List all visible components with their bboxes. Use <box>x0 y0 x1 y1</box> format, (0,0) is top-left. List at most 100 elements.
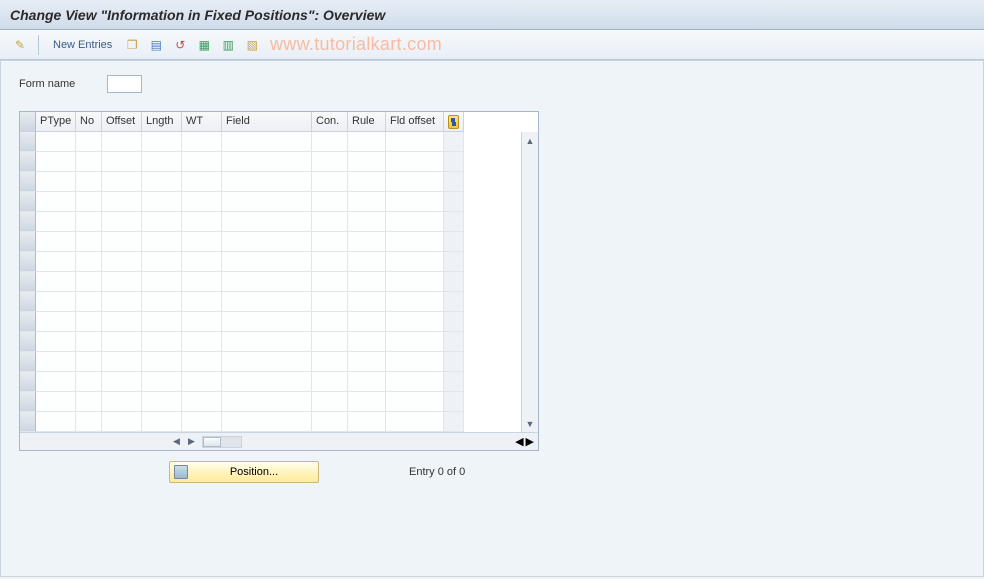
row-selector[interactable] <box>20 232 36 252</box>
cell[interactable] <box>142 412 182 432</box>
cell[interactable] <box>102 412 142 432</box>
cell[interactable] <box>182 312 222 332</box>
cell[interactable] <box>142 232 182 252</box>
cell[interactable] <box>312 232 348 252</box>
row-selector[interactable] <box>20 132 36 152</box>
table-row[interactable] <box>20 352 521 372</box>
cell[interactable] <box>222 252 312 272</box>
cell[interactable] <box>76 412 102 432</box>
cell[interactable] <box>348 152 386 172</box>
col-fld-offset[interactable]: Fld offset <box>386 112 444 132</box>
row-selector[interactable] <box>20 332 36 352</box>
cell[interactable] <box>142 192 182 212</box>
cell[interactable] <box>182 152 222 172</box>
cell[interactable] <box>182 392 222 412</box>
cell[interactable] <box>76 312 102 332</box>
col-wt[interactable]: WT <box>182 112 222 132</box>
scroll-up-icon[interactable]: ▲ <box>524 134 537 147</box>
cell[interactable] <box>182 372 222 392</box>
cell[interactable] <box>222 372 312 392</box>
scroll-left-icon[interactable]: ◀ <box>170 435 183 448</box>
cell[interactable] <box>222 172 312 192</box>
cell[interactable] <box>36 192 76 212</box>
row-selector[interactable] <box>20 192 36 212</box>
cell[interactable] <box>182 292 222 312</box>
select-all-cell[interactable] <box>20 112 36 132</box>
cell[interactable] <box>348 172 386 192</box>
cell[interactable] <box>142 352 182 372</box>
cell[interactable] <box>142 372 182 392</box>
cell[interactable] <box>76 352 102 372</box>
cell[interactable] <box>102 232 142 252</box>
cell[interactable] <box>348 352 386 372</box>
cell[interactable] <box>76 292 102 312</box>
hscroll-track[interactable] <box>202 436 242 448</box>
cell[interactable] <box>76 272 102 292</box>
cell[interactable] <box>222 392 312 412</box>
cell[interactable] <box>102 252 142 272</box>
hscroll-thumb[interactable] <box>203 437 221 447</box>
cell[interactable] <box>102 332 142 352</box>
cell[interactable] <box>182 272 222 292</box>
col-con[interactable]: Con. <box>312 112 348 132</box>
cell[interactable] <box>142 272 182 292</box>
cell[interactable] <box>36 172 76 192</box>
cell[interactable] <box>36 352 76 372</box>
cell[interactable] <box>222 192 312 212</box>
cell[interactable] <box>222 332 312 352</box>
cell[interactable] <box>312 412 348 432</box>
cell[interactable] <box>142 292 182 312</box>
cell[interactable] <box>142 392 182 412</box>
cell[interactable] <box>348 292 386 312</box>
col-field[interactable]: Field <box>222 112 312 132</box>
cell[interactable] <box>36 152 76 172</box>
cell[interactable] <box>102 372 142 392</box>
table-row[interactable] <box>20 212 521 232</box>
row-selector[interactable] <box>20 172 36 192</box>
cell[interactable] <box>312 192 348 212</box>
scroll-right-icon[interactable]: ▶ <box>185 435 198 448</box>
cell[interactable] <box>182 132 222 152</box>
cell[interactable] <box>348 332 386 352</box>
cell[interactable] <box>386 412 444 432</box>
col-no[interactable]: No <box>76 112 102 132</box>
cell[interactable] <box>142 132 182 152</box>
row-selector[interactable] <box>20 352 36 372</box>
cell[interactable] <box>76 372 102 392</box>
cell[interactable] <box>386 292 444 312</box>
cell[interactable] <box>348 272 386 292</box>
horizontal-scrollbar-left[interactable]: ◀ ▶ <box>170 435 244 448</box>
cell[interactable] <box>142 212 182 232</box>
cell[interactable] <box>386 232 444 252</box>
cell[interactable] <box>182 332 222 352</box>
row-selector[interactable] <box>20 272 36 292</box>
cell[interactable] <box>182 212 222 232</box>
cell[interactable] <box>102 392 142 412</box>
configure-columns-button[interactable] <box>444 112 464 132</box>
cell[interactable] <box>312 292 348 312</box>
cell[interactable] <box>312 332 348 352</box>
cell[interactable] <box>312 352 348 372</box>
cell[interactable] <box>348 212 386 232</box>
cell[interactable] <box>36 292 76 312</box>
cell[interactable] <box>36 272 76 292</box>
col-rule[interactable]: Rule <box>348 112 386 132</box>
new-entries-button[interactable]: New Entries <box>47 39 118 51</box>
row-selector[interactable] <box>20 392 36 412</box>
cell[interactable] <box>76 132 102 152</box>
cell[interactable] <box>102 152 142 172</box>
cell[interactable] <box>36 312 76 332</box>
cell[interactable] <box>386 212 444 232</box>
row-selector[interactable] <box>20 212 36 232</box>
cell[interactable] <box>102 272 142 292</box>
cell[interactable] <box>36 392 76 412</box>
cell[interactable] <box>182 412 222 432</box>
cell[interactable] <box>386 132 444 152</box>
cell[interactable] <box>142 312 182 332</box>
row-selector[interactable] <box>20 312 36 332</box>
cell[interactable] <box>222 292 312 312</box>
cell[interactable] <box>76 332 102 352</box>
table-row[interactable] <box>20 372 521 392</box>
insert-row-icon[interactable] <box>194 35 214 55</box>
cell[interactable] <box>312 272 348 292</box>
